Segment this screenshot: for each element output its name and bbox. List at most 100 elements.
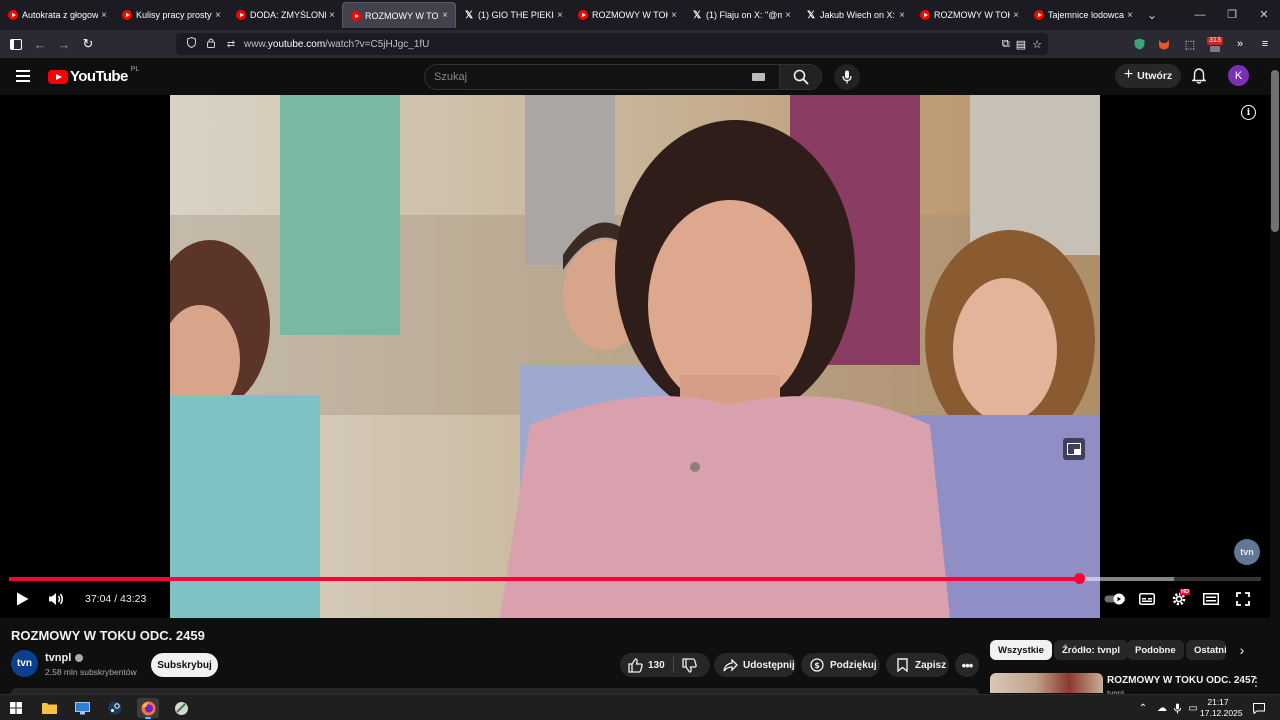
cleaner-app-icon[interactable]	[170, 698, 192, 718]
fullscreen-button[interactable]	[1231, 587, 1255, 611]
close-tab-icon[interactable]: ×	[439, 10, 451, 21]
close-tab-icon[interactable]: ×	[782, 10, 794, 21]
end-screen-icon[interactable]	[1063, 438, 1085, 460]
microphone-tray-icon[interactable]	[1170, 695, 1184, 720]
notification-center-icon[interactable]	[1250, 695, 1268, 720]
steam-icon[interactable]	[104, 698, 126, 718]
scrollbar-thumb[interactable]	[1271, 70, 1279, 232]
chip-related[interactable]: Podobne	[1127, 640, 1184, 660]
account-avatar[interactable]: K	[1228, 65, 1249, 86]
tray-overflow-chevron-icon[interactable]: ⌃	[1136, 695, 1150, 720]
recommendation-title[interactable]: ROZMOWY W TOKU ODC. 2457	[1107, 675, 1256, 686]
browser-tab[interactable]: Tajemnice lodowca - ×	[1026, 0, 1140, 30]
extensions-puzzle-icon[interactable]: ⬚	[1178, 33, 1202, 55]
browser-tab[interactable]: 𝕏 (1) GIO THE PIEKIELN×	[456, 0, 570, 30]
firefox-icon[interactable]	[137, 698, 159, 719]
progress-bar[interactable]	[9, 573, 1261, 584]
overflow-chevron-icon[interactable]: »	[1228, 33, 1252, 55]
picture-in-picture-icon[interactable]: ⧉	[1002, 38, 1010, 51]
minimize-icon[interactable]: —	[1184, 0, 1216, 30]
browser-tab[interactable]: ROZMOWY W TOKU×	[342, 2, 456, 28]
more-actions-button[interactable]: •••	[955, 653, 979, 677]
browser-tab[interactable]: 𝕏 Jakub Wiech on X: "Z×	[798, 0, 912, 30]
share-button[interactable]: Udostępnij	[714, 653, 796, 677]
subscribe-button[interactable]: Subskrybuj	[151, 653, 218, 677]
mute-button[interactable]	[44, 587, 68, 611]
list-all-tabs-button[interactable]: ⌄	[1140, 8, 1164, 22]
network-cloud-icon[interactable]: ☁	[1154, 695, 1170, 720]
settings-button[interactable]: HD	[1167, 587, 1191, 611]
extension-counter-icon[interactable]: 313	[1203, 33, 1227, 55]
extension-fox-icon[interactable]	[1152, 33, 1176, 55]
close-tab-icon[interactable]: ×	[326, 10, 338, 21]
autoplay-toggle[interactable]	[1103, 587, 1127, 611]
bookmark-star-icon[interactable]: ☆	[1032, 38, 1042, 51]
restore-icon[interactable]: ❐	[1216, 0, 1248, 30]
back-icon[interactable]: ←	[28, 32, 52, 56]
video-frame[interactable]	[170, 95, 1100, 618]
volume-icon	[49, 593, 63, 605]
close-tab-icon[interactable]: ×	[98, 10, 110, 21]
reader-view-icon[interactable]: ▤	[1016, 38, 1026, 51]
sidebar-toggle-icon[interactable]	[4, 32, 28, 56]
browser-tab[interactable]: 𝕏 (1) Flaju on X: "@ma ×	[684, 0, 798, 30]
close-tab-icon[interactable]: ×	[1010, 10, 1022, 21]
forward-icon[interactable]: →	[52, 32, 76, 56]
miniplayer-button[interactable]	[1199, 587, 1223, 611]
page-scrollbar[interactable]	[1270, 58, 1280, 694]
chips-next-chevron-icon[interactable]: ›	[1230, 640, 1254, 660]
scrubber-handle[interactable]	[1073, 573, 1085, 584]
reload-icon[interactable]: ↻	[76, 32, 100, 56]
file-explorer-icon[interactable]	[38, 698, 60, 718]
search-button[interactable]	[779, 65, 821, 89]
create-button[interactable]: + Utwórz	[1115, 64, 1181, 88]
save-button[interactable]: Zapisz	[886, 653, 949, 677]
address-bar[interactable]: ⇄ www.youtube.com/watch?v=C5jHJgc_1fU ⧉ …	[176, 33, 1048, 55]
shield-icon[interactable]	[184, 36, 198, 51]
notifications-bell-icon[interactable]	[1190, 67, 1208, 85]
channel-avatar[interactable]: tvn	[11, 650, 38, 677]
close-window-icon[interactable]: ✕	[1248, 0, 1280, 30]
windows-start-icon[interactable]	[5, 698, 27, 718]
close-tab-icon[interactable]: ×	[668, 10, 680, 21]
close-tab-icon[interactable]: ×	[1124, 10, 1136, 21]
close-tab-icon[interactable]: ×	[896, 10, 908, 21]
permissions-icon[interactable]: ⇄	[224, 39, 238, 50]
like-button[interactable]	[627, 657, 643, 673]
search-input[interactable]	[425, 65, 752, 89]
info-icon[interactable]: i	[1241, 105, 1256, 120]
recommendation-thumbnail[interactable]	[990, 673, 1103, 693]
browser-toolbar: ← → ↻ ⇄ www.youtube.com/watch?v=C5jHJgc_…	[0, 30, 1280, 58]
lock-icon[interactable]	[204, 38, 218, 51]
channel-name-link[interactable]: tvnpl	[45, 652, 84, 664]
chip-source-channel[interactable]: Źródło: tvnpl	[1054, 640, 1129, 660]
remote-desktop-icon[interactable]	[71, 698, 93, 718]
chip-all[interactable]: Wszystkie	[990, 640, 1052, 660]
chip-recent[interactable]: Ostatnio	[1186, 640, 1226, 660]
channel-watermark[interactable]: tvn	[1234, 539, 1260, 565]
thanks-button[interactable]: $ Podziękuj	[801, 653, 880, 677]
guide-menu-icon[interactable]	[16, 70, 30, 82]
subtitles-button[interactable]	[1135, 587, 1159, 611]
browser-tab[interactable]: ROZMOWY W TOKU×	[570, 0, 684, 30]
keyboard-icon[interactable]	[752, 73, 765, 81]
close-tab-icon[interactable]: ×	[212, 10, 224, 21]
system-clock[interactable]: 21:17 17.12.2025	[1200, 697, 1243, 719]
browser-tab[interactable]: Autokrata z głogowsk×	[0, 0, 114, 30]
voice-search-button[interactable]	[834, 64, 860, 90]
app-menu-icon[interactable]: ≡	[1253, 33, 1277, 55]
video-player[interactable]: i tvn 37:04 / 43:23 HD	[0, 95, 1270, 618]
play-button[interactable]	[10, 587, 34, 611]
time-separator: /	[111, 593, 121, 605]
display-tray-icon[interactable]: ▭	[1185, 695, 1201, 720]
youtube-masthead: YouTube PL + Utwórz K	[0, 58, 1270, 95]
browser-tab[interactable]: Kulisy pracy prostytut×	[114, 0, 228, 30]
recommendation-item[interactable]: ROZMOWY W TOKU ODC. 2457 tvnpl ⋮	[990, 673, 1270, 698]
youtube-logo[interactable]: YouTube PL	[48, 66, 139, 85]
browser-tab[interactable]: ROZMOWY W TOKU×	[912, 0, 1026, 30]
recommendation-menu-icon[interactable]: ⋮	[1250, 675, 1262, 689]
dislike-button[interactable]	[682, 657, 698, 673]
browser-tab[interactable]: DODA: ZMYŚLONE Z×	[228, 0, 342, 30]
extension-shield-icon[interactable]	[1127, 33, 1151, 55]
close-tab-icon[interactable]: ×	[554, 10, 566, 21]
